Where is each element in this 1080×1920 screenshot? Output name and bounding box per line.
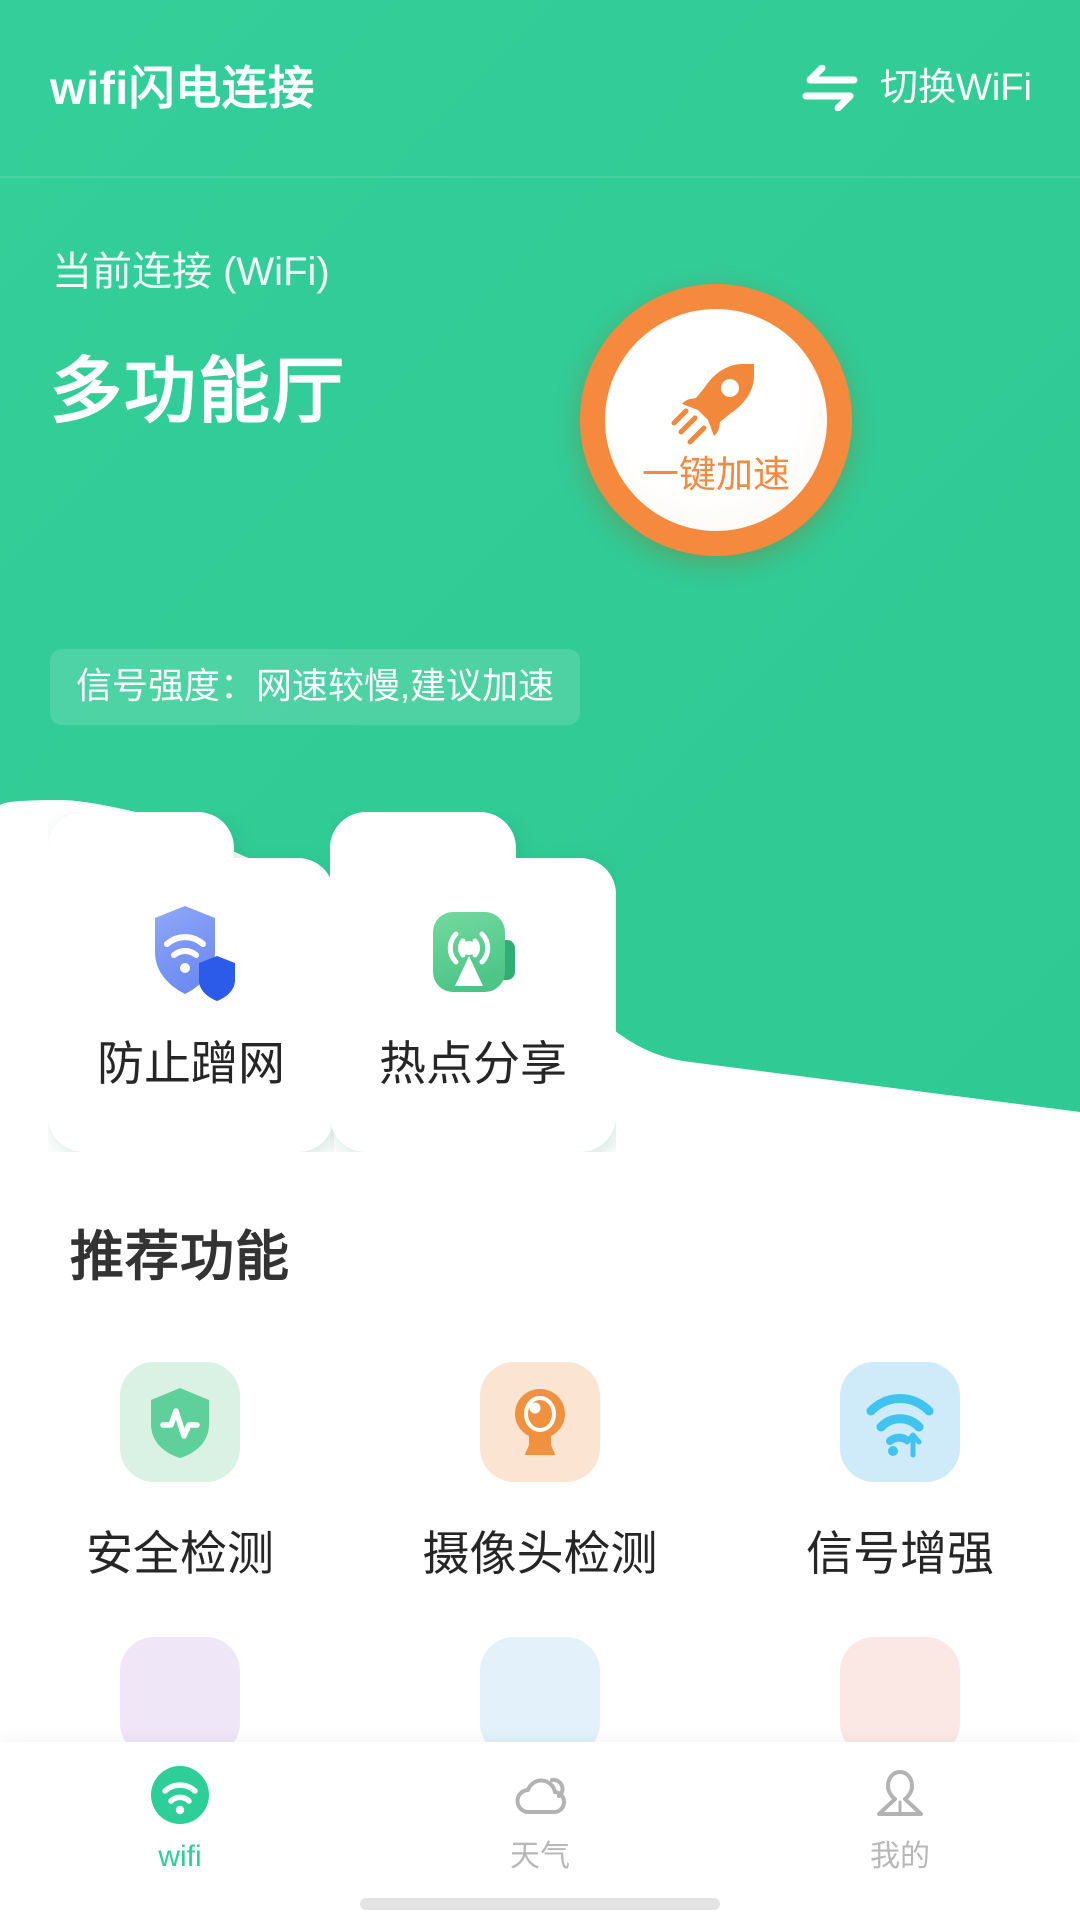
nav-item-profile[interactable]: 我的 <box>720 1742 1080 1920</box>
recommend-section: 推荐功能 安全检测 摄像头检测 信号增强 <box>0 1230 1080 1805</box>
cloud-icon <box>509 1764 571 1826</box>
feature-item-camera-detect-label: 摄像头检测 <box>422 1527 658 1580</box>
camera-eye-icon <box>480 1362 600 1482</box>
hotspot-broadcast-icon <box>421 900 525 1004</box>
boost-button-label: 一键加速 <box>642 453 790 495</box>
quick-card-hotspot-share-label: 热点分享 <box>379 1037 567 1090</box>
one-key-boost-button[interactable]: 一键加速 <box>580 284 852 556</box>
nav-item-weather-label: 天气 <box>510 1840 570 1873</box>
nav-item-profile-label: 我的 <box>870 1840 930 1873</box>
partial-icon-purple <box>120 1637 240 1757</box>
connected-ssid: 多功能厅 <box>50 352 347 432</box>
rocket-icon <box>668 348 764 450</box>
quick-card-anti-leech-label: 防止蹭网 <box>97 1037 285 1090</box>
wifi-icon <box>149 1764 211 1826</box>
app-header: wifi闪电连接 切换WiFi <box>0 0 1080 176</box>
nav-item-weather[interactable]: 天气 <box>360 1742 720 1920</box>
partial-icon-red <box>840 1637 960 1757</box>
swap-horizontal-icon <box>802 65 858 111</box>
switch-wifi-label: 切换WiFi <box>880 67 1032 109</box>
shield-wifi-icon <box>139 900 243 1004</box>
feature-item-security-check-label: 安全检测 <box>86 1527 274 1580</box>
feature-item-signal-boost[interactable]: 信号增强 <box>720 1362 1080 1577</box>
shield-pulse-icon <box>120 1362 240 1482</box>
feature-item-camera-detect[interactable]: 摄像头检测 <box>360 1362 720 1577</box>
wifi-boost-icon <box>840 1362 960 1482</box>
boost-button-inner: 一键加速 <box>605 309 827 531</box>
current-connection-label: 当前连接 (WiFi) <box>52 250 330 294</box>
signal-strength-badge: 信号强度：网速较慢,建议加速 <box>50 649 581 725</box>
switch-wifi-button[interactable]: 切换WiFi <box>802 65 1032 111</box>
partial-icon-blue <box>480 1637 600 1757</box>
nav-item-wifi-label: wifi <box>158 1840 202 1873</box>
feature-item-security-check[interactable]: 安全检测 <box>0 1362 360 1577</box>
app-title: wifi闪电连接 <box>50 62 315 114</box>
feature-item-signal-boost-label: 信号增强 <box>806 1527 994 1580</box>
recommend-section-title: 推荐功能 <box>70 1227 290 1287</box>
quick-card-anti-leech[interactable]: 防止蹭网 <box>48 812 334 1152</box>
bottom-navigation-bar: wifi 天气 我的 <box>0 1742 1080 1920</box>
nav-item-wifi[interactable]: wifi <box>0 1742 360 1920</box>
signal-strength-text: 信号强度：网速较慢,建议加速 <box>76 665 555 706</box>
header-divider <box>0 176 1080 178</box>
person-icon <box>869 1764 931 1826</box>
quick-card-hotspot-share[interactable]: 热点分享 <box>330 812 616 1152</box>
home-indicator <box>360 1898 720 1910</box>
recommend-feature-grid: 安全检测 摄像头检测 信号增强 <box>0 1362 1080 1805</box>
